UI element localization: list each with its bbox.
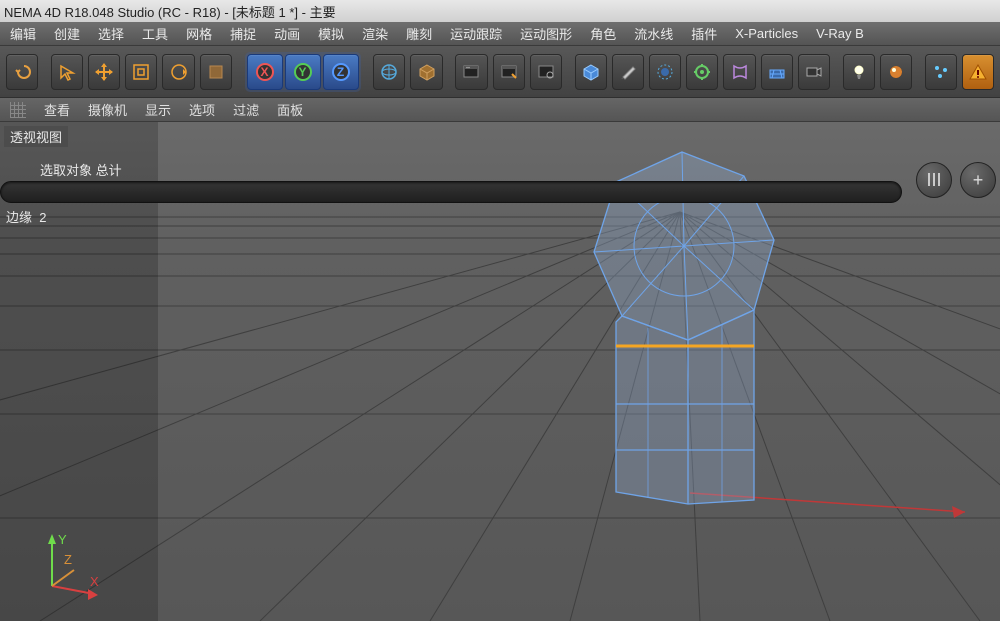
title-bar: NEMA 4D R18.048 Studio (RC - R18) - [未标题… xyxy=(0,0,1000,22)
menu-mesh[interactable]: 网格 xyxy=(186,24,212,43)
menu-select[interactable]: 选择 xyxy=(98,24,124,43)
last-tool-button[interactable] xyxy=(200,54,232,90)
app-title: NEMA 4D R18.048 Studio (RC - R18) - [未标题… xyxy=(4,2,336,21)
axis-lock-group: X Y Z xyxy=(245,52,361,92)
plus-icon: + xyxy=(973,170,984,191)
axis-y-icon: Y xyxy=(294,63,312,81)
light-button[interactable] xyxy=(843,54,875,90)
vp-menu-options[interactable]: 选项 xyxy=(189,100,215,119)
scale-tool-button[interactable] xyxy=(125,54,157,90)
menu-bar: 编辑 创建 选择 工具 网格 捕捉 动画 模拟 渲染 雕刻 运动跟踪 运动图形 … xyxy=(0,22,1000,46)
hud-add-button[interactable]: + xyxy=(960,162,996,198)
menu-character[interactable]: 角色 xyxy=(590,24,616,43)
axis-y-button[interactable]: Y xyxy=(285,54,321,90)
menu-sculpt[interactable]: 雕刻 xyxy=(406,24,432,43)
hud-pause-button[interactable]: III xyxy=(916,162,952,198)
object-coord-button[interactable] xyxy=(410,54,442,90)
menu-plugins[interactable]: 插件 xyxy=(691,24,717,43)
vp-menu-camera[interactable]: 摄像机 xyxy=(88,100,127,119)
primitive-cube-button[interactable] xyxy=(575,54,607,90)
hud-edge-row: 边缘 2 xyxy=(6,207,1000,226)
xparticles-button[interactable] xyxy=(925,54,957,90)
warning-button[interactable] xyxy=(962,54,994,90)
axis-x-button[interactable]: X xyxy=(247,54,283,90)
undo-button[interactable] xyxy=(6,54,38,90)
move-tool-button[interactable] xyxy=(88,54,120,90)
menu-edit[interactable]: 编辑 xyxy=(10,24,36,43)
hud-selection-label: 选取对象 总计 xyxy=(40,160,1000,179)
menu-vray[interactable]: V-Ray B xyxy=(816,26,864,41)
hud-buttons: III + xyxy=(916,162,996,198)
render-view-button[interactable] xyxy=(455,54,487,90)
perspective-viewport[interactable]: 透视视图 xyxy=(0,122,1000,621)
deformer-button[interactable] xyxy=(723,54,755,90)
vp-menu-view[interactable]: 查看 xyxy=(44,100,70,119)
rotate-tool-button[interactable] xyxy=(162,54,194,90)
menu-mograph[interactable]: 运动图形 xyxy=(520,24,572,43)
hud-edge-count: 2 xyxy=(39,210,46,225)
viewport-menu-bar: 查看 摄像机 显示 选项 过滤 面板 xyxy=(0,98,1000,122)
axis-x-icon: X xyxy=(256,63,274,81)
menu-animation[interactable]: 动画 xyxy=(274,24,300,43)
menu-pipeline[interactable]: 流水线 xyxy=(634,24,673,43)
environment-button[interactable] xyxy=(761,54,793,90)
main-toolbar: X Y Z xyxy=(0,46,1000,98)
pause-icon: III xyxy=(926,170,941,191)
menu-xparticles[interactable]: X-Particles xyxy=(735,26,798,41)
render-region-button[interactable] xyxy=(493,54,525,90)
vp-menu-filter[interactable]: 过滤 xyxy=(233,100,259,119)
viewport-title: 透视视图 xyxy=(4,126,68,147)
hud-edge-label: 边缘 xyxy=(6,210,32,225)
menu-create[interactable]: 创建 xyxy=(54,24,80,43)
viewport-hud: 选取对象 总计 边缘 2 xyxy=(0,160,1000,226)
axis-y-label: Y xyxy=(58,532,67,547)
axis-z-button[interactable]: Z xyxy=(323,54,359,90)
menu-snap[interactable]: 捕捉 xyxy=(230,24,256,43)
render-settings-button[interactable] xyxy=(530,54,562,90)
menu-tracking[interactable]: 运动跟踪 xyxy=(450,24,502,43)
vp-menu-panel[interactable]: 面板 xyxy=(277,100,303,119)
menu-simulate[interactable]: 模拟 xyxy=(318,24,344,43)
spline-pen-button[interactable] xyxy=(612,54,644,90)
axis-z-label: Z xyxy=(64,552,72,567)
axis-orientation-widget[interactable]: Y X Z xyxy=(22,524,102,609)
select-tool-button[interactable] xyxy=(51,54,83,90)
vp-menu-display[interactable]: 显示 xyxy=(145,100,171,119)
hud-value-bar[interactable] xyxy=(0,181,902,203)
subdivision-button[interactable] xyxy=(649,54,681,90)
camera-button[interactable] xyxy=(798,54,830,90)
axis-x-label: X xyxy=(90,574,99,589)
world-coord-button[interactable] xyxy=(373,54,405,90)
axis-z-icon: Z xyxy=(332,63,350,81)
menu-render[interactable]: 渲染 xyxy=(362,24,388,43)
spot-light-button[interactable] xyxy=(880,54,912,90)
menu-tool[interactable]: 工具 xyxy=(142,24,168,43)
generator-button[interactable] xyxy=(686,54,718,90)
vp-grid-icon[interactable] xyxy=(10,102,26,118)
